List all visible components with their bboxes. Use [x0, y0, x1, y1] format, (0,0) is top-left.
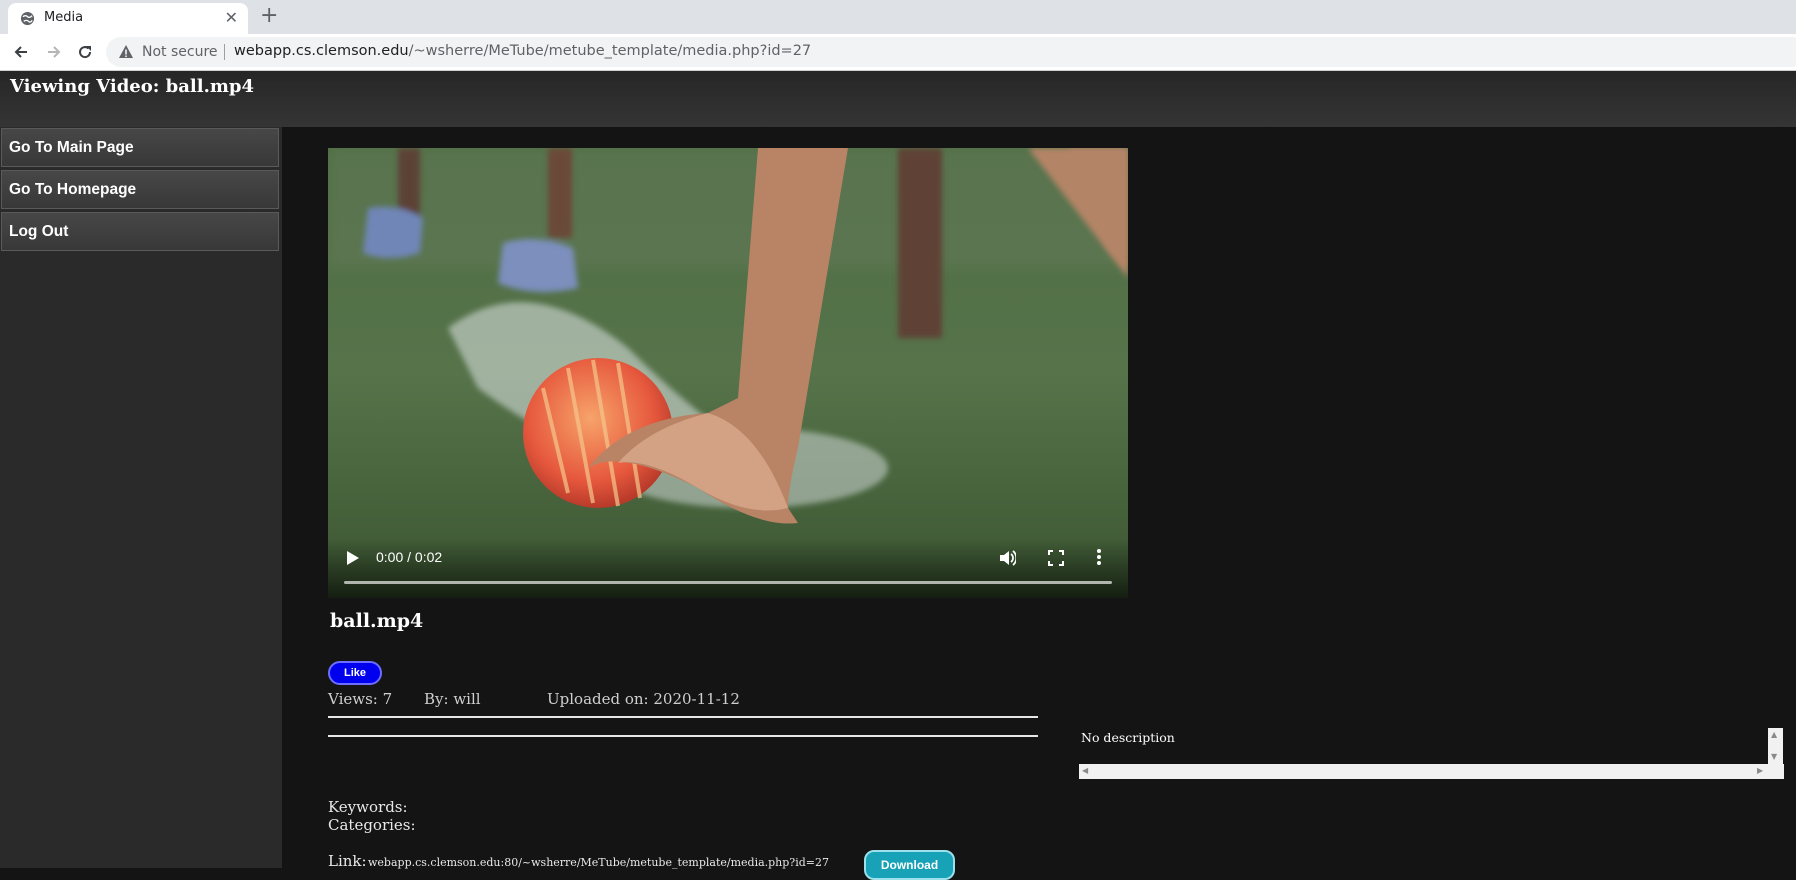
- url-host: webapp.cs.clemson.edu: [234, 43, 409, 59]
- description-vertical-scrollbar[interactable]: ▲ ▼: [1768, 728, 1783, 764]
- address-bar[interactable]: Not secure webapp.cs.clemson.edu/~wsherr…: [106, 37, 1796, 67]
- video-frame: [328, 148, 1128, 598]
- video-controls: 0:00 / 0:02: [328, 538, 1128, 598]
- fullscreen-icon[interactable]: [1048, 550, 1064, 566]
- browser-tab[interactable]: Media ✕: [8, 3, 248, 34]
- uploader: By: will: [424, 690, 481, 708]
- scroll-up-arrow-icon[interactable]: ▲: [1771, 731, 1777, 739]
- scroll-left-arrow-icon[interactable]: ◀: [1082, 767, 1088, 775]
- scroll-down-arrow-icon[interactable]: ▼: [1771, 753, 1777, 761]
- video-timecode: 0:00 / 0:02: [376, 549, 443, 565]
- link-label: Link:: [328, 852, 367, 870]
- upload-date: Uploaded on: 2020-11-12: [547, 690, 740, 708]
- reload-icon[interactable]: [73, 40, 97, 64]
- download-button[interactable]: Download: [864, 850, 955, 880]
- sidebar-item-main-page[interactable]: Go To Main Page: [1, 128, 279, 167]
- play-icon[interactable]: [346, 550, 360, 566]
- tab-title: Media: [44, 10, 84, 25]
- scroll-right-arrow-icon[interactable]: ▶: [1757, 767, 1763, 775]
- description-horizontal-scrollbar[interactable]: ◀ ▶: [1079, 764, 1784, 779]
- sidebar-item-log-out[interactable]: Log Out: [1, 212, 279, 251]
- media-link-url[interactable]: webapp.cs.clemson.edu:80/~wsherre/MeTube…: [368, 856, 829, 869]
- media-title: ball.mp4: [330, 610, 424, 632]
- page-header: Viewing Video: ball.mp4: [0, 71, 1796, 127]
- divider: [224, 44, 225, 60]
- url-text[interactable]: webapp.cs.clemson.edu/~wsherre/MeTube/me…: [234, 43, 811, 59]
- security-label[interactable]: Not secure: [142, 44, 218, 60]
- categories-label: Categories:: [328, 816, 416, 834]
- video-player[interactable]: 0:00 / 0:02: [328, 148, 1128, 598]
- volume-icon[interactable]: [998, 549, 1016, 567]
- new-tab-button[interactable]: +: [260, 4, 278, 28]
- video-progress-bar[interactable]: [344, 581, 1112, 584]
- back-arrow-icon[interactable]: [9, 40, 33, 64]
- forward-arrow-icon[interactable]: [42, 40, 66, 64]
- sidebar-item-homepage[interactable]: Go To Homepage: [1, 170, 279, 209]
- page-title: Viewing Video: ball.mp4: [10, 76, 255, 97]
- close-tab-icon[interactable]: ✕: [225, 9, 238, 27]
- divider: [328, 735, 1038, 737]
- like-button[interactable]: Like: [328, 661, 382, 685]
- browser-tabstrip: Media ✕ +: [0, 0, 1796, 34]
- browser-toolbar: Not secure webapp.cs.clemson.edu/~wsherr…: [0, 34, 1796, 71]
- sidebar: Go To Main Page Go To Homepage Log Out: [0, 127, 282, 868]
- divider: [328, 716, 1038, 718]
- more-options-icon[interactable]: [1096, 548, 1102, 566]
- globe-icon: [20, 11, 35, 26]
- views-count: Views: 7: [328, 690, 393, 708]
- url-path: /~wsherre/MeTube/metube_template/media.p…: [408, 43, 812, 59]
- keywords-label: Keywords:: [328, 798, 408, 816]
- description-text: No description: [1081, 730, 1175, 745]
- warning-icon[interactable]: [118, 44, 134, 60]
